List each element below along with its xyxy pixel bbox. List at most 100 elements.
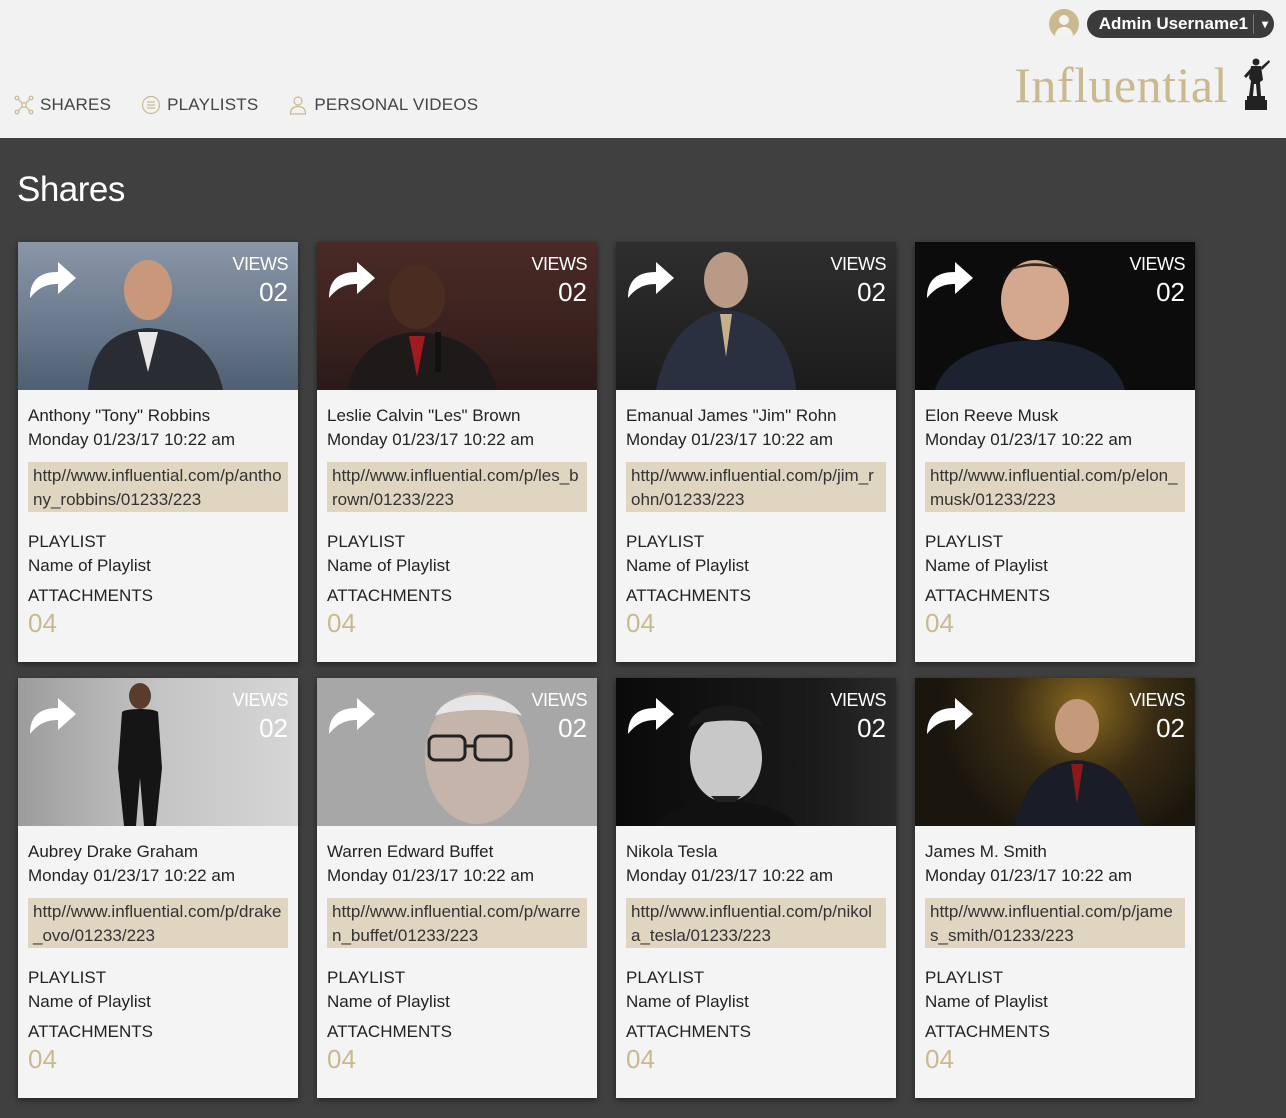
shares-icon — [14, 95, 34, 115]
share-url[interactable]: http//www.influential.com/p/anthony_robb… — [28, 462, 288, 512]
user-dropdown[interactable]: Admin Username1 ▾ — [1086, 10, 1274, 38]
playlist-name[interactable]: Name of Playlist — [28, 990, 288, 1014]
share-date: Monday 01/23/17 10:22 am — [327, 866, 534, 885]
share-url[interactable]: http//www.influential.com/p/jim_rohn/012… — [626, 462, 886, 512]
share-arrow-icon[interactable] — [26, 690, 80, 738]
share-url[interactable]: http//www.influential.com/p/drake_ovo/01… — [28, 898, 288, 948]
attachments-label: ATTACHMENTS — [925, 586, 1050, 605]
playlist-name[interactable]: Name of Playlist — [28, 554, 288, 578]
views-value: 02 — [1156, 277, 1185, 307]
share-card: VIEWS 02 Leslie Calvin "Les" Brown Monda… — [317, 242, 597, 662]
share-url[interactable]: http//www.influential.com/p/nikola_tesla… — [626, 898, 886, 948]
attachments-label: ATTACHMENTS — [626, 1022, 751, 1041]
playlist-label: PLAYLIST — [28, 968, 107, 987]
username: Admin Username1 — [1098, 14, 1248, 33]
views-label: VIEWS — [1129, 690, 1185, 710]
share-url[interactable]: http//www.influential.com/p/james_smith/… — [925, 898, 1185, 948]
share-url[interactable]: http//www.influential.com/p/warren_buffe… — [327, 898, 587, 948]
person-name[interactable]: Aubrey Drake Graham — [28, 840, 288, 864]
user-menu[interactable]: Admin Username1 ▾ — [1048, 9, 1274, 39]
share-arrow-icon[interactable] — [923, 690, 977, 738]
playlist-name[interactable]: Name of Playlist — [626, 990, 886, 1014]
share-card: VIEWS 02 Elon Reeve Musk Monday 01/23/17… — [915, 242, 1195, 662]
attachments-label: ATTACHMENTS — [925, 1022, 1050, 1041]
playlist-name[interactable]: Name of Playlist — [626, 554, 886, 578]
share-arrow-icon[interactable] — [624, 254, 678, 302]
portrait-image[interactable]: VIEWS 02 — [317, 242, 597, 390]
share-date: Monday 01/23/17 10:22 am — [327, 430, 534, 449]
attachments-count[interactable]: 04 — [925, 1044, 1185, 1074]
views-value: 02 — [558, 713, 587, 743]
attachments-count[interactable]: 04 — [327, 1044, 587, 1074]
playlist-name[interactable]: Name of Playlist — [925, 990, 1185, 1014]
portrait-image[interactable]: VIEWS 02 — [915, 678, 1195, 826]
playlist-name[interactable]: Name of Playlist — [925, 554, 1185, 578]
playlist-icon — [142, 95, 161, 115]
playlist-label: PLAYLIST — [327, 532, 406, 551]
playlist-label: PLAYLIST — [925, 968, 1004, 987]
views-label: VIEWS — [531, 690, 587, 710]
views-counter: VIEWS 02 — [531, 254, 587, 308]
views-counter: VIEWS 02 — [232, 254, 288, 308]
person-name[interactable]: Anthony "Tony" Robbins — [28, 404, 288, 428]
person-name[interactable]: Nikola Tesla — [626, 840, 886, 864]
top-header: Admin Username1 ▾ SHARES PLAYLISTS PERSO… — [0, 0, 1286, 138]
page-title: Shares — [17, 170, 125, 209]
nav-personal-videos[interactable]: PERSONAL VIDEOS — [288, 95, 478, 115]
share-date: Monday 01/23/17 10:22 am — [925, 866, 1132, 885]
person-name[interactable]: Elon Reeve Musk — [925, 404, 1185, 428]
share-url[interactable]: http//www.influential.com/p/les_brown/01… — [327, 462, 587, 512]
share-arrow-icon[interactable] — [923, 254, 977, 302]
share-arrow-icon[interactable] — [325, 690, 379, 738]
views-label: VIEWS — [232, 690, 288, 710]
views-counter: VIEWS 02 — [830, 254, 886, 308]
share-date: Monday 01/23/17 10:22 am — [925, 430, 1132, 449]
playlist-label: PLAYLIST — [327, 968, 406, 987]
views-label: VIEWS — [531, 254, 587, 274]
brand-logo[interactable]: Influential — [1014, 56, 1272, 110]
nav-playlists[interactable]: PLAYLISTS — [141, 95, 258, 115]
views-counter: VIEWS 02 — [1129, 254, 1185, 308]
views-value: 02 — [558, 277, 587, 307]
playlist-name[interactable]: Name of Playlist — [327, 990, 587, 1014]
attachments-count[interactable]: 04 — [28, 1044, 288, 1074]
views-value: 02 — [259, 277, 288, 307]
nav-shares[interactable]: SHARES — [14, 95, 111, 115]
share-arrow-icon[interactable] — [26, 254, 80, 302]
main-nav: SHARES PLAYLISTS PERSONAL VIDEOS — [14, 95, 478, 115]
views-value: 02 — [1156, 713, 1185, 743]
share-card: VIEWS 02 Warren Edward Buffet Monday 01/… — [317, 678, 597, 1098]
share-arrow-icon[interactable] — [624, 690, 678, 738]
share-arrow-icon[interactable] — [325, 254, 379, 302]
portrait-image[interactable]: VIEWS 02 — [18, 678, 298, 826]
attachments-count[interactable]: 04 — [327, 608, 587, 638]
portrait-image[interactable]: VIEWS 02 — [616, 678, 896, 826]
attachments-count[interactable]: 04 — [626, 608, 886, 638]
attachments-label: ATTACHMENTS — [28, 586, 153, 605]
views-label: VIEWS — [830, 254, 886, 274]
views-counter: VIEWS 02 — [531, 690, 587, 744]
attachments-count[interactable]: 04 — [925, 608, 1185, 638]
attachments-count[interactable]: 04 — [28, 608, 288, 638]
views-value: 02 — [857, 277, 886, 307]
share-url[interactable]: http//www.influential.com/p/elon_musk/01… — [925, 462, 1185, 512]
share-date: Monday 01/23/17 10:22 am — [626, 866, 833, 885]
share-card: VIEWS 02 Aubrey Drake Graham Monday 01/2… — [18, 678, 298, 1098]
portrait-image[interactable]: VIEWS 02 — [915, 242, 1195, 390]
playlist-label: PLAYLIST — [925, 532, 1004, 551]
portrait-image[interactable]: VIEWS 02 — [18, 242, 298, 390]
views-counter: VIEWS 02 — [830, 690, 886, 744]
playlist-name[interactable]: Name of Playlist — [327, 554, 587, 578]
nav-personal-videos-label: PERSONAL VIDEOS — [314, 95, 479, 114]
person-name[interactable]: James M. Smith — [925, 840, 1185, 864]
portrait-image[interactable]: VIEWS 02 — [616, 242, 896, 390]
person-name[interactable]: Leslie Calvin "Les" Brown — [327, 404, 587, 428]
portrait-image[interactable]: VIEWS 02 — [317, 678, 597, 826]
person-name[interactable]: Warren Edward Buffet — [327, 840, 587, 864]
attachments-label: ATTACHMENTS — [327, 1022, 452, 1041]
attachments-count[interactable]: 04 — [626, 1044, 886, 1074]
avatar[interactable] — [1048, 9, 1079, 39]
attachments-label: ATTACHMENTS — [626, 586, 751, 605]
share-card: VIEWS 02 James M. Smith Monday 01/23/17 … — [915, 678, 1195, 1098]
person-name[interactable]: Emanual James "Jim" Rohn — [626, 404, 886, 428]
